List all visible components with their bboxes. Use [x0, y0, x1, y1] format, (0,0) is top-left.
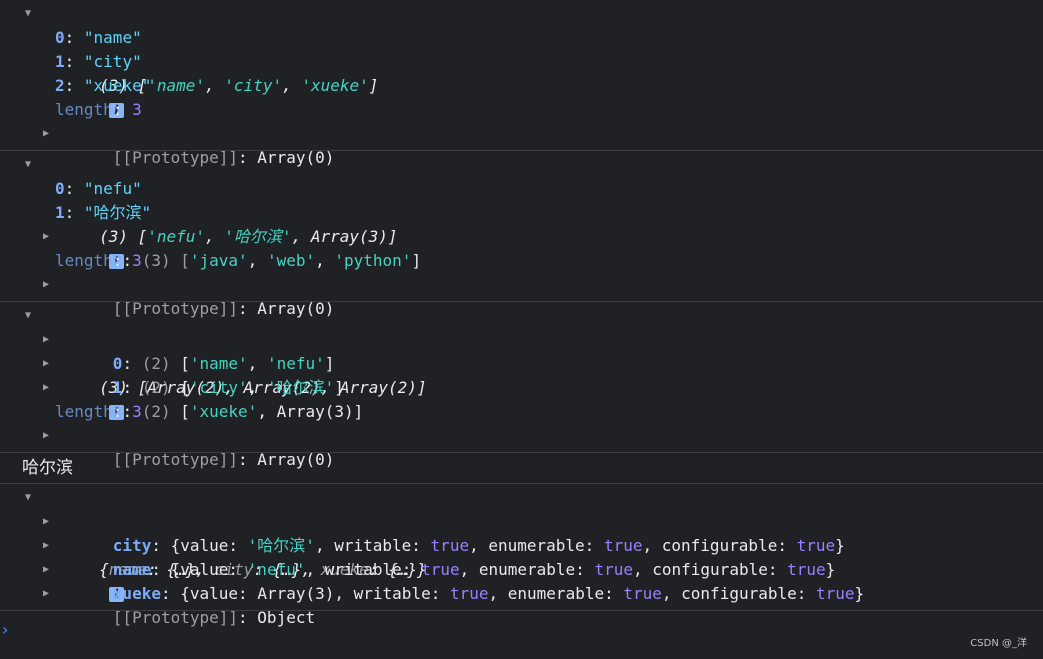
item-key: 0	[55, 28, 65, 47]
array-item: 0: "nefu"	[55, 179, 142, 198]
expanded-triangle-icon[interactable]: ▼	[22, 2, 34, 26]
console-message-object: ▼ {name: {…}, city: {…}, xueke: {…}} i ▶…	[0, 484, 1043, 627]
watermark: CSDN @_洋	[970, 638, 1027, 649]
nested-array-item[interactable]: ▶ 0: (2) ['name', 'nefu']	[0, 328, 1043, 373]
prototype-value: Array(0)	[257, 450, 335, 469]
array-item: 1: "哈尔滨"	[55, 203, 152, 222]
length-key: length	[55, 100, 113, 119]
object-summary-row[interactable]: ▼ {name: {…}, city: {…}, xueke: {…}} i	[0, 486, 1043, 602]
console-message-array-2: ▼ (3) ['nefu', '哈尔滨', Array(3)] i 0: "ne…	[0, 151, 1043, 318]
collapsed-triangle-icon[interactable]: ▶	[40, 376, 52, 400]
collapsed-triangle-icon[interactable]: ▶	[40, 225, 52, 249]
console-prompt-icon[interactable]: ›	[0, 620, 22, 640]
nested-array-item[interactable]: ▶ 1: (2) ['city', '哈尔滨']	[0, 352, 1043, 397]
length-value: 3	[132, 100, 142, 119]
array-summary-row[interactable]: ▼ (3) ['name', 'city', 'xueke'] i	[0, 2, 1043, 118]
prototype-value: Object	[257, 608, 316, 627]
item-key: 0	[55, 179, 65, 198]
collapsed-triangle-icon[interactable]: ▶	[40, 582, 52, 606]
item-key: 1	[55, 203, 65, 222]
expanded-triangle-icon[interactable]: ▼	[22, 486, 34, 510]
item-value: "哈尔滨"	[83, 203, 152, 222]
object-property-row[interactable]: ▶ name: {value: 'nefu', writable: true, e…	[0, 534, 1043, 579]
item-value: "nefu"	[83, 179, 142, 198]
item-value: "xueke"	[83, 76, 152, 95]
collapsed-triangle-icon[interactable]: ▶	[40, 328, 52, 352]
array-summary-row[interactable]: ▼ (3) ['nefu', '哈尔滨', Array(3)] i	[0, 153, 1043, 269]
object-property-row[interactable]: ▶ xueke: {value: Array(3), writable: true…	[0, 558, 1043, 603]
expanded-triangle-icon[interactable]: ▼	[22, 153, 34, 177]
item-key: 1	[55, 52, 65, 71]
collapsed-triangle-icon[interactable]: ▶	[40, 510, 52, 534]
item-value: "name"	[83, 28, 142, 47]
array-item: 0: "name"	[55, 28, 142, 47]
array-item: 2: "xueke"	[55, 76, 152, 95]
length-key: length	[55, 251, 113, 270]
length-value: 3	[132, 402, 142, 421]
array-item: 1: "city"	[55, 52, 142, 71]
prototype-key: [[Prototype]]	[112, 450, 239, 469]
prototype-row[interactable]: ▶ [[Prototype]]: Object	[0, 582, 1043, 627]
prototype-row[interactable]: ▶ [[Prototype]]: Array(0)	[0, 424, 1043, 469]
collapsed-triangle-icon[interactable]: ▶	[40, 558, 52, 582]
length-value: 3	[132, 251, 142, 270]
collapsed-triangle-icon[interactable]: ▶	[40, 534, 52, 558]
length-row: length: 3	[55, 100, 142, 119]
item-key: 2	[55, 76, 65, 95]
console-message-array-3: ▼ (3) [Array(2), Array(2), Array(2)] i ▶…	[0, 302, 1043, 469]
console-output: ▼ (3) ['name', 'city', 'xueke'] i 0: "na…	[0, 0, 1043, 627]
length-key: length	[55, 402, 113, 421]
array-summary-row[interactable]: ▼ (3) [Array(2), Array(2), Array(2)] i	[0, 304, 1043, 420]
prototype-row[interactable]: ▶ [[Prototype]]: Array(0)	[0, 273, 1043, 318]
collapsed-triangle-icon[interactable]: ▶	[40, 273, 52, 297]
nested-array-item[interactable]: ▶ 2: (2) ['xueke', Array(3)]	[0, 376, 1043, 421]
length-row: length: 3	[55, 251, 142, 270]
collapsed-triangle-icon[interactable]: ▶	[40, 352, 52, 376]
console-message-array-1: ▼ (3) ['name', 'city', 'xueke'] i 0: "na…	[0, 0, 1043, 167]
collapsed-triangle-icon[interactable]: ▶	[40, 424, 52, 448]
nested-array-item[interactable]: ▶ 2: (3) ['java', 'web', 'python']	[0, 225, 1043, 270]
expanded-triangle-icon[interactable]: ▼	[22, 304, 34, 328]
prototype-row[interactable]: ▶ [[Prototype]]: Array(0)	[0, 122, 1043, 167]
length-row: length: 3	[55, 402, 142, 421]
object-property-row[interactable]: ▶ city: {value: '哈尔滨', writable: true, en…	[0, 510, 1043, 555]
prototype-key: [[Prototype]]	[112, 608, 239, 627]
item-value: "city"	[83, 52, 142, 71]
collapsed-triangle-icon[interactable]: ▶	[40, 122, 52, 146]
